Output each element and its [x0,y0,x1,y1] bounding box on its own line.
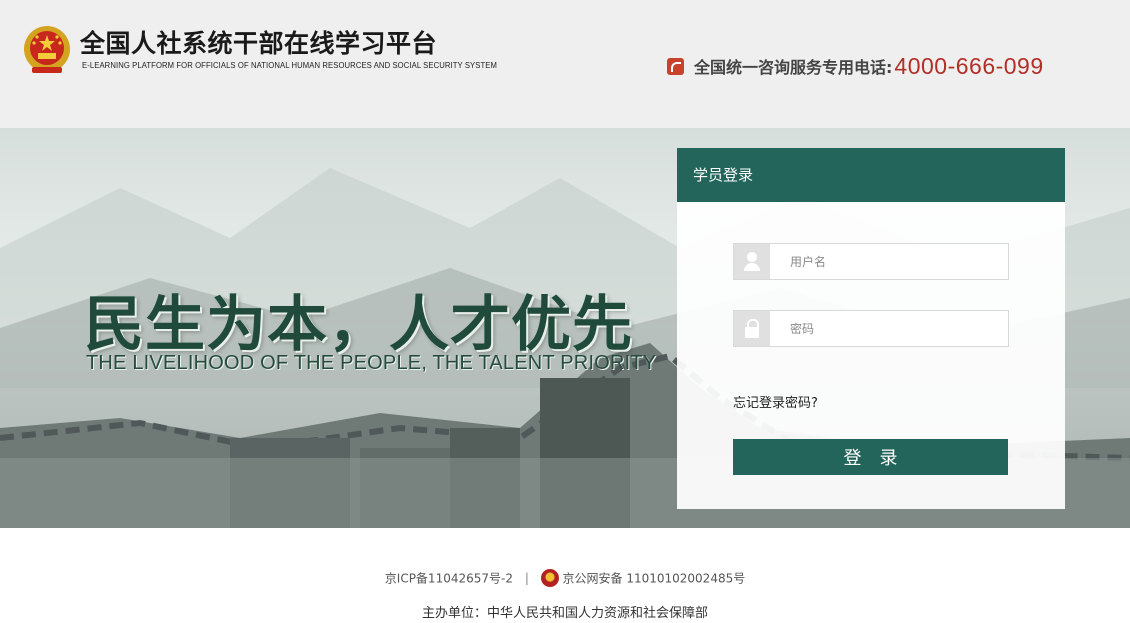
police-badge-icon [540,569,559,587]
user-icon [734,244,770,279]
login-button[interactable]: 登录 [733,439,1008,475]
police-registration: 京公网安备 11010102002485号 [562,571,746,586]
hotline-label: 全国统一咨询服务专用电话: [694,58,893,77]
slogan-english: THE LIVELIHOOD OF THE PEOPLE, THE TALENT… [86,352,657,374]
username-field [733,243,1009,280]
header: 全国人社系统干部在线学习平台 E-LEARNING PLATFORM FOR O… [0,0,1130,128]
password-input[interactable] [770,311,1008,346]
forgot-password-link[interactable]: 忘记登录密码? [733,392,818,411]
hotline-number: 4000-666-099 [894,52,1044,79]
login-title: 学员登录 [677,148,1065,202]
site-subtitle: E-LEARNING PLATFORM FOR OFFICIALS OF NAT… [82,61,497,70]
footer-registration: 京ICP备11042657号-2 | 京公网安备 11010102002485号 [0,569,1130,587]
icp-license: 京ICP备11042657号-2 [384,571,513,586]
phone-icon [667,57,684,75]
hotline: 全国统一咨询服务专用电话: 4000-666-099 [667,52,1044,80]
slogan-chinese: 民生为本，人才优先 [84,290,633,360]
footer-sponsor: 主办单位：中华人民共和国人力资源和社会保障部 [421,606,708,621]
site-title: 全国人社系统干部在线学习平台 [80,29,438,58]
footer-separator: | [524,571,529,585]
login-panel: 学员登录 忘记登录密码? 登录 [677,148,1065,509]
national-emblem-icon [24,26,70,73]
password-field [733,310,1009,347]
lock-icon [734,311,770,346]
username-input[interactable] [770,244,1008,279]
